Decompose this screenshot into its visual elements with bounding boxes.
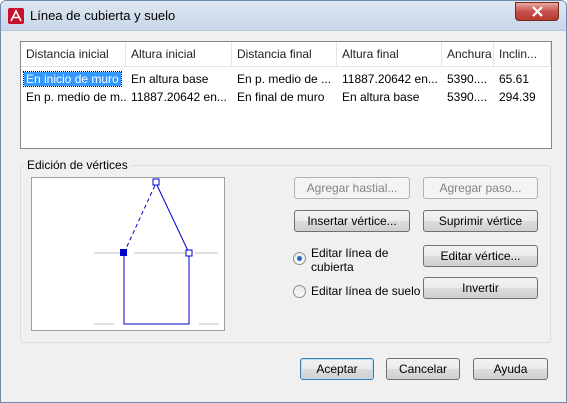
edit-roof-line-radio[interactable]: Editar línea de cubierta bbox=[293, 246, 413, 276]
dialog-body: Distancia inicial Altura inicial Distanc… bbox=[8, 31, 559, 397]
window-title: Línea de cubierta y suelo bbox=[30, 8, 176, 23]
cell-width: 5390.... bbox=[447, 72, 488, 86]
delete-vertex-button[interactable]: Suprimir vértice bbox=[423, 210, 538, 232]
column-header-end-distance[interactable]: Distancia final bbox=[232, 42, 337, 67]
insert-vertex-button[interactable]: Insertar vértice... bbox=[294, 210, 410, 232]
radio-label: Editar línea de suelo bbox=[311, 284, 421, 298]
cell-start-height: En altura base bbox=[131, 72, 209, 86]
cell-start-distance: En inicio de muro bbox=[23, 71, 122, 87]
table-row[interactable]: En inicio de muro En altura base En p. m… bbox=[21, 71, 551, 88]
radio-indicator bbox=[293, 252, 306, 265]
column-header-width[interactable]: Anchura bbox=[442, 42, 494, 67]
cell-start-height: 11887.20642 en... bbox=[131, 90, 227, 104]
radio-label-line2: cubierta bbox=[311, 260, 354, 274]
edit-vertex-button[interactable]: Editar vértice... bbox=[423, 245, 538, 267]
autocad-app-icon bbox=[8, 8, 24, 24]
cell-slope: 294.39 bbox=[499, 90, 536, 104]
close-button[interactable] bbox=[515, 2, 559, 21]
help-button[interactable]: Ayuda bbox=[473, 358, 548, 380]
roof-profile-preview[interactable] bbox=[31, 177, 225, 331]
radio-indicator bbox=[293, 285, 306, 298]
column-header-start-height[interactable]: Altura inicial bbox=[126, 42, 232, 67]
dialog-window: Línea de cubierta y suelo Distancia inic… bbox=[0, 0, 567, 403]
title-bar[interactable]: Línea de cubierta y suelo bbox=[1, 1, 566, 31]
profile-drawing bbox=[94, 178, 219, 325]
cell-end-height: En altura base bbox=[342, 90, 420, 104]
cell-end-distance: En final de muro bbox=[237, 90, 325, 104]
column-header-start-distance[interactable]: Distancia inicial bbox=[21, 42, 126, 67]
accept-button[interactable]: Aceptar bbox=[300, 358, 374, 380]
invert-button[interactable]: Invertir bbox=[423, 277, 538, 299]
add-gable-button[interactable]: Agregar hastial... bbox=[294, 177, 410, 199]
table-row[interactable]: En p. medio de m... 11887.20642 en... En… bbox=[21, 89, 551, 106]
column-header-slope[interactable]: Inclin... bbox=[494, 42, 551, 67]
segment-list[interactable]: Distancia inicial Altura inicial Distanc… bbox=[20, 41, 552, 149]
radio-label-line1: Editar línea de bbox=[311, 246, 389, 260]
column-header-end-height[interactable]: Altura final bbox=[337, 42, 442, 67]
cell-end-height: 11887.20642 en... bbox=[342, 72, 438, 86]
cancel-button[interactable]: Cancelar bbox=[386, 358, 460, 380]
edit-floor-line-radio[interactable]: Editar línea de suelo bbox=[293, 284, 421, 300]
cell-width: 5390.... bbox=[447, 90, 488, 104]
add-step-button[interactable]: Agregar paso... bbox=[423, 177, 538, 199]
close-icon bbox=[532, 6, 543, 17]
cell-end-distance: En p. medio de ... bbox=[237, 72, 332, 86]
list-header: Distancia inicial Altura inicial Distanc… bbox=[21, 42, 551, 67]
cell-slope: 65.61 bbox=[499, 72, 530, 86]
group-label: Edición de vértices bbox=[24, 158, 131, 172]
cell-start-distance: En p. medio de m... bbox=[26, 90, 126, 104]
